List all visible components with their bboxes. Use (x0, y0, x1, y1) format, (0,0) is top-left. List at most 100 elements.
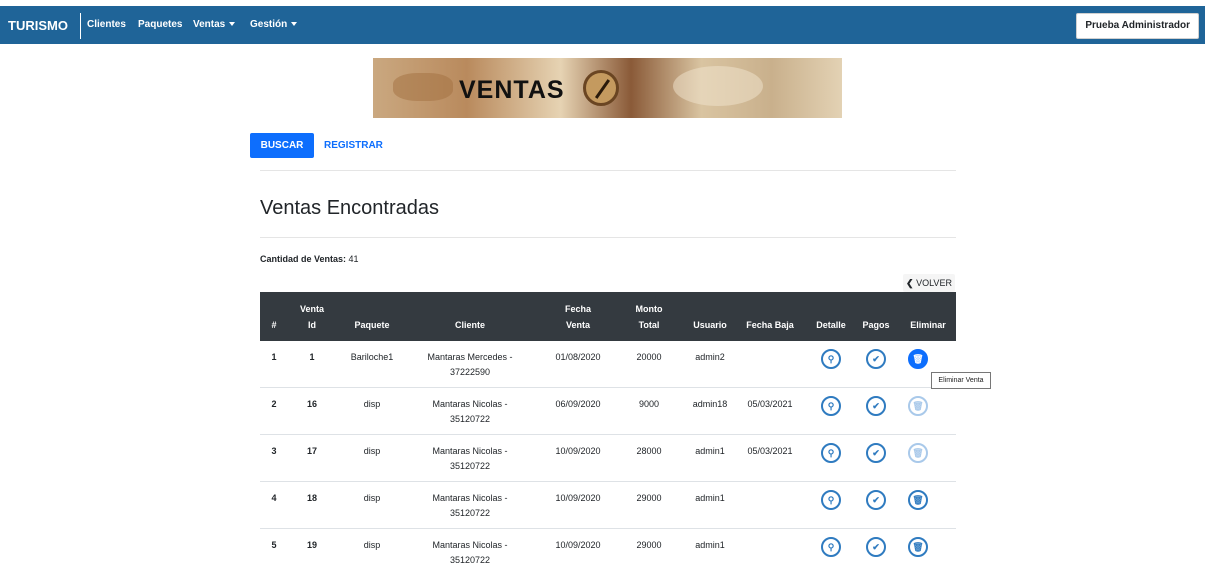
table-row: 3 17 disp Mantaras Nicolas - 35120722 10… (260, 435, 956, 482)
volver-label: VOLVER (916, 278, 952, 288)
table-row: 5 19 disp Mantaras Nicolas - 35120722 10… (260, 529, 956, 576)
caret-down-icon (291, 22, 298, 27)
table-row: 4 18 disp Mantaras Nicolas - 35120722 10… (260, 482, 956, 529)
cell-paquete: Bariloche1 (350, 352, 394, 362)
cell-num: 1 (271, 352, 277, 362)
detalle-button[interactable]: ⚲ (821, 490, 841, 510)
cell-cliente-line1: Mantaras Nicolas - (432, 493, 508, 503)
pagos-button[interactable]: ✔ (866, 443, 886, 463)
eliminar-button[interactable]: 🗑 (908, 537, 928, 557)
cell-usuario: admin1 (695, 446, 725, 456)
eliminar-tooltip: Eliminar Venta (931, 372, 991, 389)
eliminar-button-disabled[interactable]: 🗑 (908, 443, 928, 463)
search-icon: ⚲ (827, 401, 835, 411)
th-monto-line2: Total (638, 320, 660, 330)
th-usuario: Usuario (693, 320, 727, 330)
cell-usuario: admin1 (695, 540, 725, 550)
cell-fecha-baja: 05/03/2021 (747, 399, 793, 409)
th-cliente: Cliente (454, 320, 485, 330)
count-value: 41 (348, 254, 359, 264)
nav-gestion[interactable]: Gestión (250, 19, 298, 30)
trash-icon: 🗑 (912, 495, 924, 505)
check-icon: ✔ (872, 354, 880, 364)
divider (260, 170, 956, 171)
pagos-button[interactable]: ✔ (866, 349, 886, 369)
search-icon: ⚲ (827, 542, 835, 552)
top-navbar: TURISMO Clientes Paquetes Ventas Gestión… (0, 6, 1205, 44)
cell-venta-id: 17 (306, 446, 317, 456)
pagos-button[interactable]: ✔ (866, 490, 886, 510)
th-eliminar: Eliminar (910, 320, 946, 330)
cell-monto: 29000 (636, 540, 662, 550)
cell-monto: 20000 (636, 352, 662, 362)
user-menu-button[interactable]: Prueba Administrador (1076, 13, 1199, 39)
cell-cliente-line2: 35120722 (449, 555, 491, 565)
nav-gestion-label: Gestión (250, 19, 288, 30)
th-pagos: Pagos (862, 320, 890, 330)
cell-fecha-venta: 01/08/2020 (555, 352, 601, 362)
search-icon: ⚲ (827, 495, 835, 505)
cell-num: 3 (271, 446, 277, 456)
search-icon: ⚲ (827, 354, 835, 364)
nav-paquetes[interactable]: Paquetes (138, 19, 182, 30)
th-paquete: Paquete (354, 320, 390, 330)
cell-cliente-line2: 35120722 (449, 461, 491, 471)
buscar-button[interactable]: BUSCAR (250, 133, 314, 158)
eliminar-button-disabled[interactable]: 🗑 (908, 396, 928, 416)
table-row: 1 1 Bariloche1 Mantaras Mercedes - 37222… (260, 341, 956, 388)
detalle-button[interactable]: ⚲ (821, 396, 841, 416)
nav-ventas[interactable]: Ventas (193, 19, 236, 30)
cell-num: 4 (271, 493, 277, 503)
cell-fecha-venta: 10/09/2020 (555, 446, 601, 456)
map-texture (393, 73, 453, 101)
detalle-button[interactable]: ⚲ (821, 443, 841, 463)
banner-title: VENTAS (459, 76, 565, 104)
chevron-left-icon: ❮ (906, 278, 914, 288)
cell-monto: 28000 (636, 446, 662, 456)
nav-ventas-label: Ventas (193, 19, 226, 30)
cell-cliente-line1: Mantaras Mercedes - (427, 352, 513, 362)
caret-down-icon (229, 22, 236, 27)
th-fecha-baja: Fecha Baja (746, 320, 794, 330)
trash-icon: 🗑 (912, 354, 924, 364)
eliminar-button[interactable]: 🗑 (908, 490, 928, 510)
cell-fecha-venta: 10/09/2020 (555, 540, 601, 550)
table-row: 2 16 disp Mantaras Nicolas - 35120722 06… (260, 388, 956, 435)
registrar-link[interactable]: REGISTRAR (324, 133, 383, 158)
th-venta-id-line1: Venta (299, 304, 324, 314)
cell-fecha-baja: 05/03/2021 (747, 446, 793, 456)
search-icon: ⚲ (827, 448, 835, 458)
table-header: # Venta Id Paquete Cliente Fecha Venta M… (260, 292, 956, 341)
map-texture (673, 66, 763, 106)
th-fecha-venta-line2: Venta (565, 320, 590, 330)
nav-clientes[interactable]: Clientes (87, 19, 126, 30)
cell-venta-id: 18 (306, 493, 317, 503)
th-detalle: Detalle (816, 320, 846, 330)
cell-paquete: disp (363, 540, 381, 550)
cell-cliente-line1: Mantaras Nicolas - (432, 446, 508, 456)
detalle-button[interactable]: ⚲ (821, 537, 841, 557)
brand-link[interactable]: TURISMO (8, 18, 68, 33)
cell-paquete: disp (363, 399, 381, 409)
compass-icon (583, 70, 619, 106)
volver-button[interactable]: ❮ VOLVER (903, 274, 955, 292)
cell-cliente-line2: 35120722 (449, 414, 491, 424)
count-label: Cantidad de Ventas: (260, 254, 347, 264)
cell-cliente-line2: 35120722 (449, 508, 491, 518)
th-fecha-venta-line1: Fecha (564, 304, 591, 314)
check-icon: ✔ (872, 542, 880, 552)
cell-venta-id: 16 (306, 399, 317, 409)
th-venta-id-line2: Id (308, 320, 316, 330)
th-num: # (271, 320, 277, 330)
eliminar-button[interactable]: 🗑 (908, 349, 928, 369)
cell-monto: 9000 (638, 399, 660, 409)
detalle-button[interactable]: ⚲ (821, 349, 841, 369)
cell-venta-id: 1 (309, 352, 315, 362)
check-icon: ✔ (872, 401, 880, 411)
section-title: Ventas Encontradas (260, 197, 440, 219)
cell-num: 5 (271, 540, 277, 550)
pagos-button[interactable]: ✔ (866, 537, 886, 557)
pagos-button[interactable]: ✔ (866, 396, 886, 416)
cell-paquete: disp (363, 446, 381, 456)
cell-fecha-venta: 10/09/2020 (555, 493, 601, 503)
